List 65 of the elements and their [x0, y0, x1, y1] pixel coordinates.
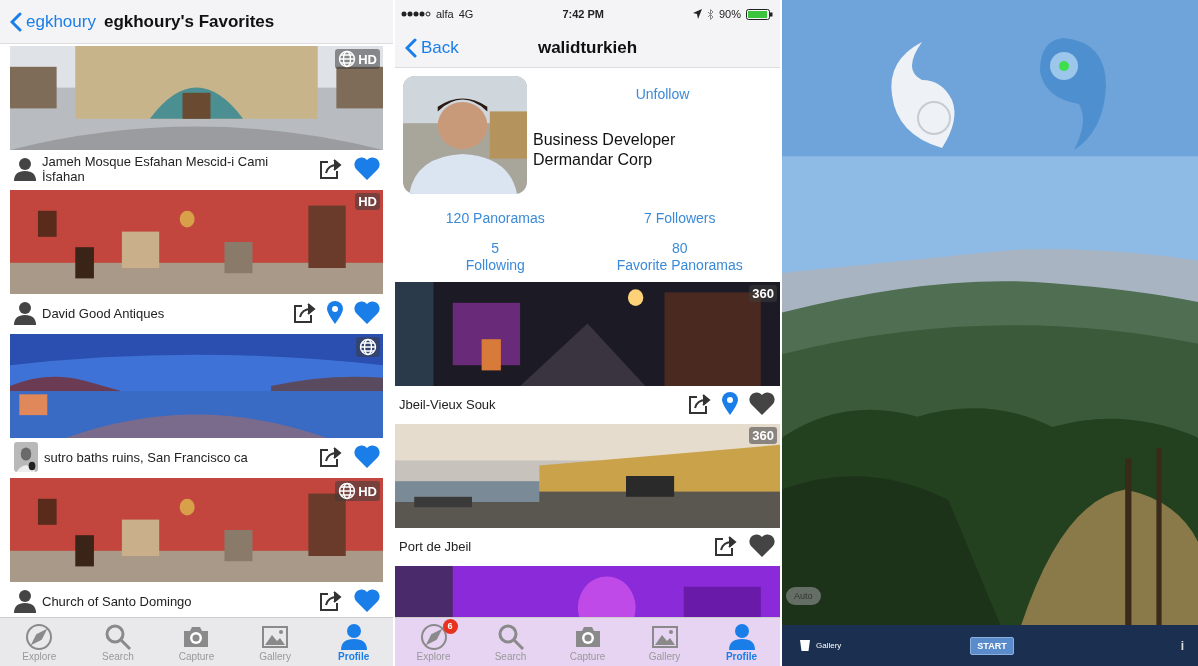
bio-text: Dermandar Corp: [533, 150, 654, 170]
format-label: HD: [358, 194, 377, 209]
panorama-title: Port de Jbeil: [399, 538, 473, 554]
panorama-title: Jameh Mosque Esfahan Mescid-i Cami İsfahan: [42, 154, 270, 184]
gallery-button[interactable]: Gallery: [800, 640, 860, 651]
network-type: 4G: [458, 8, 474, 20]
share-icon[interactable]: [688, 393, 712, 415]
tab-item[interactable]: Search: [480, 622, 541, 662]
tab-item[interactable]: Profile: [323, 622, 384, 662]
format-label: 360: [752, 286, 774, 301]
back-icon: [405, 37, 417, 58]
unfollow-button[interactable]: Unfollow: [631, 84, 694, 104]
notification-badge: 6: [442, 618, 458, 634]
format-label: HD: [358, 51, 377, 67]
location-arrow-icon: [692, 9, 702, 19]
battery-percentage: 90%: [718, 8, 741, 20]
tab-item[interactable]: Capture: [557, 622, 618, 662]
stat-link[interactable]: 120 Panoramas: [445, 210, 545, 226]
stat-link[interactable]: 7 Followers: [643, 210, 716, 226]
tab-item[interactable]: Gallery: [245, 622, 306, 662]
share-icon[interactable]: [319, 590, 343, 612]
location-pin-icon[interactable]: [327, 301, 343, 325]
status-time: 7:42 PM: [562, 8, 604, 20]
battery-icon: [746, 8, 774, 20]
panorama-title: Church of Santo Domingo: [42, 593, 193, 609]
panorama-title: sutro baths ruins, San Francisco ca: [44, 449, 249, 465]
screen-title: egkhoury's Favorites: [103, 11, 275, 32]
search-icon: [103, 622, 132, 651]
info-button[interactable]: i: [1124, 638, 1184, 653]
location-pin-icon[interactable]: [722, 392, 738, 416]
bio-text: Business Developer: [533, 130, 676, 150]
screen-title: walidturkieh: [537, 37, 638, 58]
heart-icon[interactable]: [748, 534, 776, 558]
panorama-title: David Good Antiques: [42, 305, 166, 321]
tab-item[interactable]: Capture: [166, 622, 227, 662]
back-button[interactable]: Back: [405, 37, 459, 58]
share-icon[interactable]: [714, 535, 738, 557]
person-icon: [14, 589, 36, 613]
compass-icon: [25, 622, 54, 651]
profile-icon: [727, 622, 756, 651]
tab-item[interactable]: Profile: [711, 622, 772, 662]
panorama-title: Jbeil-Vieux Souk: [399, 396, 497, 412]
person-icon: [14, 301, 36, 325]
signal-icon: [401, 10, 431, 18]
compass-icon: [419, 622, 448, 651]
share-icon[interactable]: [319, 446, 343, 468]
cup-icon: [800, 640, 810, 651]
tab-item[interactable]: Search: [87, 622, 148, 662]
start-button[interactable]: START: [970, 636, 1014, 655]
profile-icon: [339, 622, 368, 651]
carrier-name: alfa: [436, 8, 454, 20]
share-icon[interactable]: [319, 158, 343, 180]
tab-item[interactable]: Explore: [9, 622, 70, 662]
share-icon[interactable]: [293, 302, 317, 324]
search-icon: [496, 622, 525, 651]
heart-icon[interactable]: [748, 392, 776, 416]
back-link[interactable]: egkhoury: [10, 11, 96, 32]
stat-link[interactable]: 80 Favorite Panoramas: [616, 240, 743, 274]
back-icon: [10, 11, 22, 32]
format-label: 360: [752, 428, 774, 443]
format-label: HD: [358, 483, 377, 499]
bluetooth-icon: [706, 8, 714, 20]
tab-item[interactable]: Gallery: [634, 622, 695, 662]
stat-link[interactable]: 5 Following: [465, 240, 525, 274]
person-icon: [14, 157, 36, 181]
